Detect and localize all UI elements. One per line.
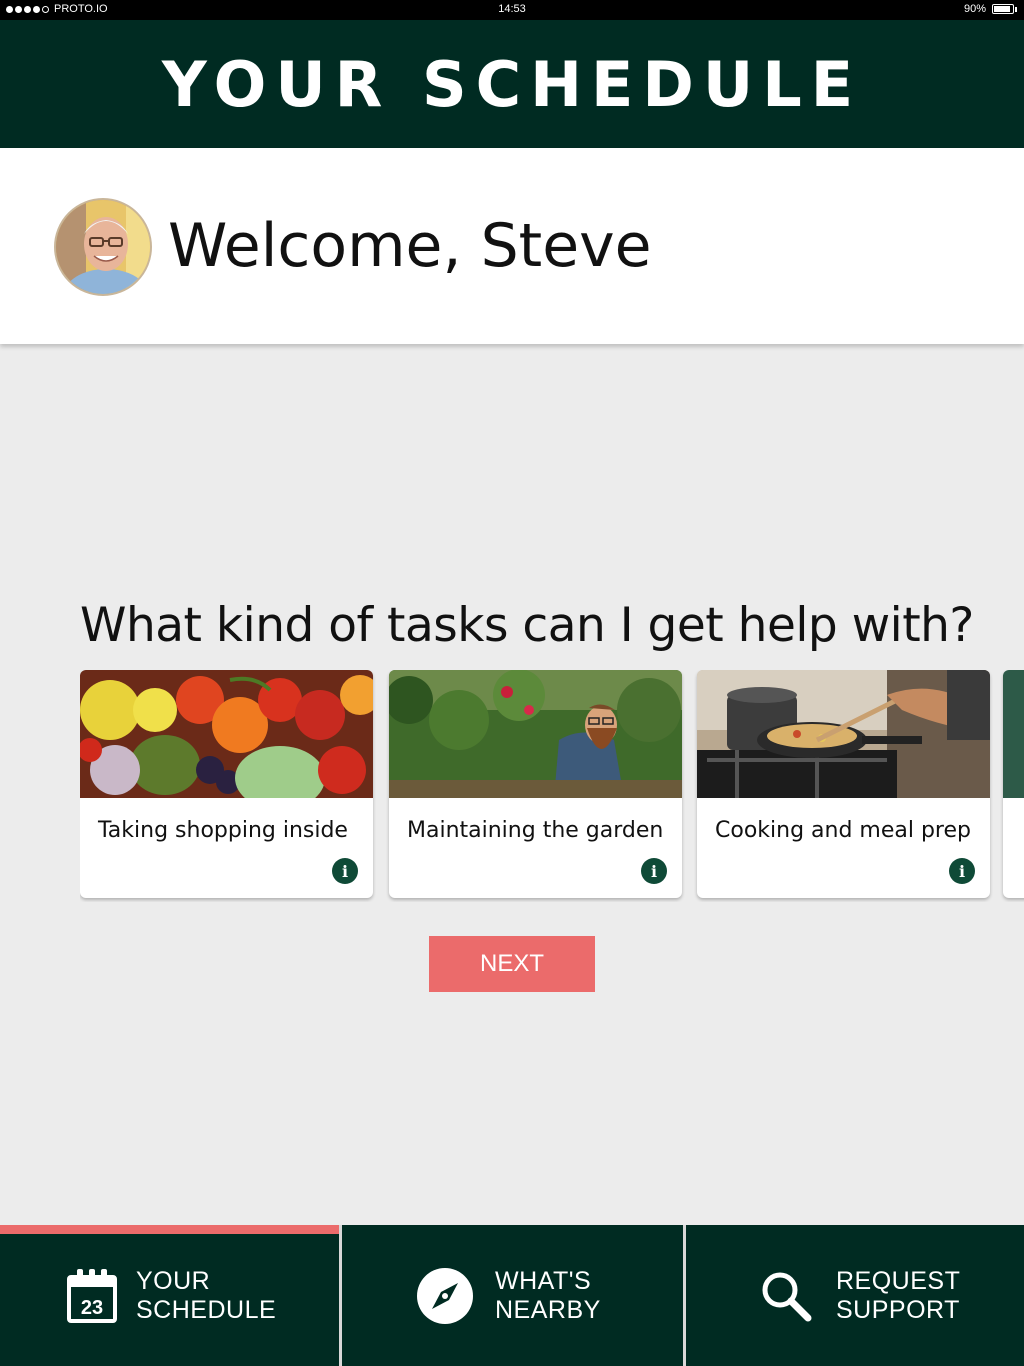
tab-label-line1: YOUR — [136, 1266, 211, 1295]
task-card-title: Maintaining the garden — [407, 818, 664, 843]
cooking-pans-image — [697, 670, 990, 798]
tab-label-line1: WHAT'S — [495, 1266, 592, 1295]
compass-icon — [416, 1267, 474, 1325]
tab-label-line2: SUPPORT — [836, 1295, 960, 1324]
next-button[interactable]: NEXT — [429, 936, 595, 992]
avatar[interactable] — [54, 198, 152, 296]
calendar-date: 23 — [81, 1297, 103, 1319]
task-card-title: Taking shopping inside — [98, 818, 348, 843]
tab-label: REQUEST SUPPORT — [836, 1267, 960, 1325]
status-bar: PROTO.IO 14:53 90% — [0, 0, 1024, 20]
task-carousel[interactable]: Taking shopping inside i Maintaining the… — [80, 670, 1024, 902]
task-card-title: Cooking and meal prep — [715, 818, 971, 843]
tab-label: WHAT'S NEARBY — [495, 1267, 601, 1325]
search-icon — [760, 1270, 812, 1322]
battery-icon — [992, 4, 1017, 14]
gardener-image — [389, 670, 682, 798]
bottom-tab-bar: 23 YOUR SCHEDULE WHAT'S NEARBY REQUEST S… — [0, 1225, 1024, 1366]
calendar-icon: 23 — [67, 1268, 117, 1323]
info-icon[interactable]: i — [949, 858, 975, 884]
page-title: YOUR SCHEDULE — [161, 47, 863, 121]
tab-whats-nearby[interactable]: WHAT'S NEARBY — [342, 1225, 683, 1366]
welcome-panel: Welcome, Steve — [0, 148, 1024, 344]
tab-label-line1: REQUEST — [836, 1266, 961, 1295]
tab-request-support[interactable]: REQUEST SUPPORT — [686, 1225, 1024, 1366]
task-card-partial[interactable] — [1003, 670, 1024, 898]
tab-label: YOUR SCHEDULE — [136, 1267, 276, 1325]
avatar-photo — [56, 200, 150, 294]
app-header: YOUR SCHEDULE — [0, 20, 1024, 148]
fruit-vegetables-image — [80, 670, 373, 798]
welcome-message: Welcome, Steve — [168, 211, 652, 281]
task-card-image — [1003, 670, 1024, 798]
task-card-cooking[interactable]: Cooking and meal prep i — [697, 670, 990, 898]
battery-percent: 90% — [963, 3, 986, 15]
task-card-garden[interactable]: Maintaining the garden i — [389, 670, 682, 898]
battery-indicator: 90% — [963, 3, 1017, 15]
info-icon[interactable]: i — [332, 858, 358, 884]
task-card-shopping[interactable]: Taking shopping inside i — [80, 670, 373, 898]
tab-label-line2: NEARBY — [495, 1295, 601, 1324]
status-time: 14:53 — [498, 3, 526, 15]
tasks-heading: What kind of tasks can I get help with? — [80, 598, 974, 653]
info-icon[interactable]: i — [641, 858, 667, 884]
tab-your-schedule[interactable]: 23 YOUR SCHEDULE — [0, 1225, 340, 1366]
tab-label-line2: SCHEDULE — [136, 1295, 277, 1324]
